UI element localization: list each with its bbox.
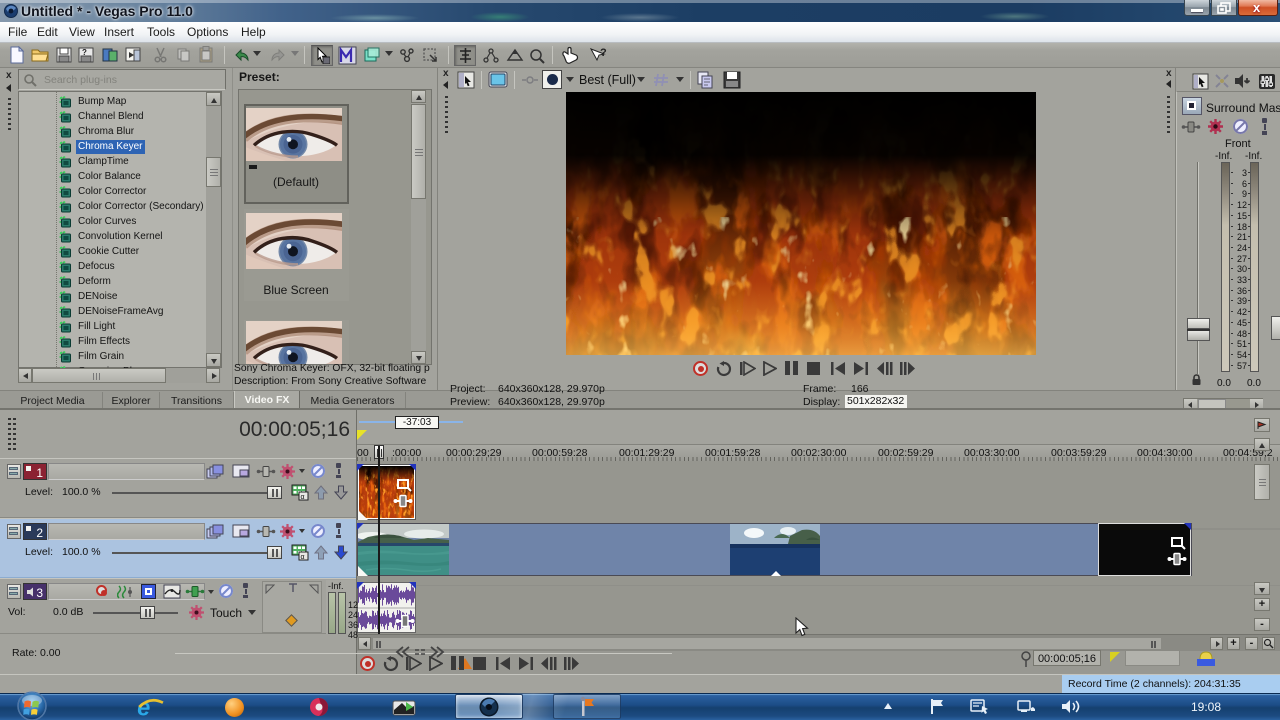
- svg-text:?: ?: [82, 48, 87, 57]
- svg-text:e: e: [137, 696, 150, 719]
- svg-text:?: ?: [600, 47, 607, 59]
- svg-text:α: α: [301, 494, 305, 501]
- svg-text:α: α: [301, 554, 305, 561]
